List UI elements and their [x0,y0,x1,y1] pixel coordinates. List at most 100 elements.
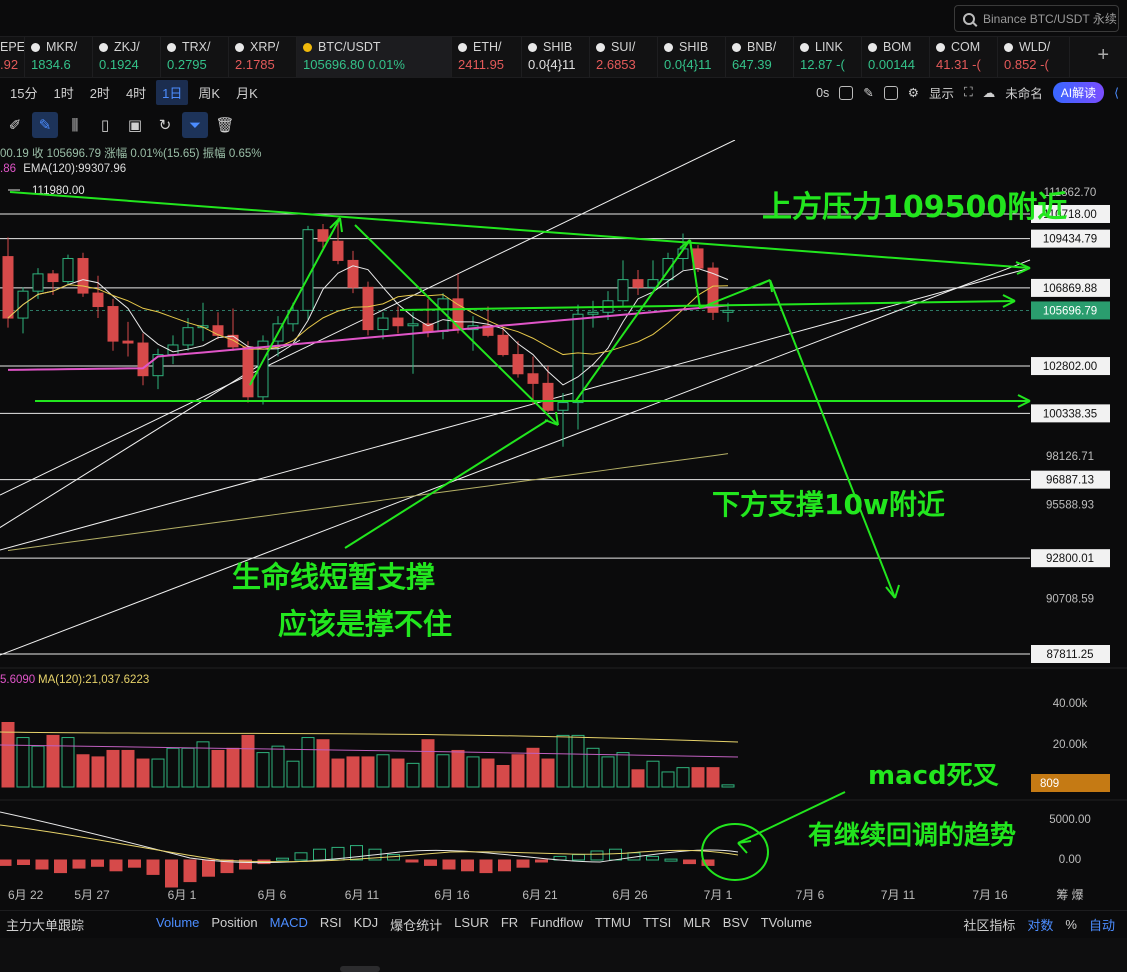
candle-body [107,306,119,342]
popout-icon[interactable] [883,85,898,100]
price-axis: 111862.70110718.00109434.79106869.881056… [8,187,1110,902]
ohlc-header: 00.19 收 105696.79 涨幅 0.01%(15.65) 振幅 0.6… [0,148,262,160]
percent-scale-toggle[interactable]: % [1065,917,1077,932]
symbol-search-box[interactable]: Binance BTC/USDT 永续 [954,5,1119,32]
volume-bar [76,754,90,788]
volume-bar [556,734,570,788]
candle-body [377,317,389,331]
ticker-tab[interactable]: SHIB 0.0{4}11 [658,37,726,77]
volume-bar [616,752,630,788]
ticker-value: 0.0{4}11 [664,57,712,72]
ticker-tab[interactable]: BTC/USDT 105696.80 0.01% [297,37,452,77]
add-tab-icon[interactable]: + [1097,44,1109,67]
timeframe-option[interactable]: 2时 [84,80,116,105]
indicator-tab[interactable]: 主力大单跟踪 [0,915,90,934]
indicator-tab[interactable]: RSI [314,915,348,934]
ticker-tab-bar: EPE .92 MKR/1834.6 ZKJ/0.1924 TRX/0.2795 XRP/… [0,36,1127,78]
ma-long-line [7,453,729,551]
timeframe-option[interactable]: 周K [192,80,226,105]
ticker-tab[interactable]: XRP/2.1785 [229,37,297,77]
ticker-tab[interactable]: ZKJ/0.1924 [93,37,161,77]
macd-bar [535,859,548,863]
ticker-tab[interactable]: TRX/0.2795 [161,37,229,77]
coin-icon [303,42,312,52]
annotation-text: macd死叉 [868,761,999,791]
resize-handle[interactable] [340,966,380,972]
price-chart[interactable]: 5.6090 MA(120):21,037.6223 111980.00 1118… [0,140,1127,910]
share-icon[interactable]: ⟨ [1114,85,1119,100]
coin-icon [732,42,741,52]
indicator-tab[interactable]: TTSI [637,915,677,934]
log-scale-toggle[interactable]: 对数 [1027,915,1053,934]
indicator-tab[interactable]: FR [495,915,524,934]
indicator-tab[interactable]: KDJ [348,915,385,934]
indicator-tab[interactable]: Fundflow [524,915,589,934]
volume-ma-label: MA(120):21,037.6223 [38,674,149,686]
arrow-head [737,840,752,854]
pencil-icon[interactable]: ✎ [863,85,873,100]
indicator-tab[interactable]: BSV [717,915,755,934]
volume-axis-label: 40.00k [1053,698,1088,710]
indicator-tab[interactable]: 爆仓统计 [384,915,448,934]
ticker-tab[interactable]: SUI/2.6853 [590,37,658,77]
macd-bar [0,859,12,866]
price-axis-label: 92800.01 [1046,553,1094,565]
ai-interpret-button[interactable]: AI解读 [1052,82,1105,103]
date-axis-label: 6月 21 [522,888,558,902]
ticker-tab[interactable]: SHIB 0.0{4}11 [522,37,590,77]
ticker-value: .92 [0,57,19,72]
coin-icon [800,42,809,52]
macd-bar [165,859,178,888]
timeframe-option[interactable]: 1时 [47,80,79,105]
auto-scale-toggle[interactable]: 自动 [1089,915,1115,934]
ticker-tab[interactable]: BOM 0.00144 [862,37,930,77]
trash-icon[interactable]: 🗑 [212,112,238,138]
layout-name[interactable]: 未命名 [1005,83,1043,102]
display-button[interactable]: 显示 [929,83,954,102]
ticker-tab[interactable]: COM 41.31 -( [930,37,998,77]
settings-icon[interactable]: ⚙ [908,85,919,100]
indicator-tab[interactable]: Volume [150,915,205,934]
timeframe-option[interactable]: 月K [230,80,264,105]
ticker-tab[interactable]: BNB/647.39 [726,37,794,77]
magic-icon[interactable]: ↻ [152,112,178,138]
timeframe-option[interactable]: 4时 [120,80,152,105]
indicator-tab[interactable]: Position [205,915,263,934]
coin-icon [528,42,537,52]
timeframe-option[interactable]: 15分 [4,80,43,105]
community-indicators-button[interactable]: 社区指标 [963,915,1015,934]
ticker-tab[interactable]: MKR/1834.6 [25,37,93,77]
volume-bar [121,749,135,788]
macd-bar [461,859,474,872]
camera-icon[interactable] [839,85,854,100]
macd-bar [35,859,49,870]
draw-pen-icon[interactable]: ✎ [32,112,58,138]
indicator-tab[interactable]: LSUR [448,915,495,934]
ema-header: .86 EMA(120):99307.96 [0,163,126,175]
ticker-tab[interactable]: WLD/0.852 -( [998,37,1070,77]
indicator-tab[interactable]: MLR [677,915,716,934]
fullscreen-icon[interactable]: ⛶ [964,85,973,100]
volume-bar [181,747,195,788]
filter-icon[interactable]: ⏷ [182,112,208,138]
candles-icon[interactable]: ⫼ [62,112,88,138]
ticker-tab[interactable]: EPE .92 [0,37,25,77]
volume-bar [541,758,555,788]
ticker-symbol: WLD/ [1019,40,1051,54]
ruler-icon[interactable]: ✐ [2,112,28,138]
coin-icon [99,42,108,52]
macd-bar [54,859,67,874]
indicator-tab[interactable]: TTMU [589,915,637,934]
candle-body [587,311,599,315]
candle-body [332,240,344,261]
candle-body [227,334,239,348]
ticker-tab[interactable]: ETH/2411.95 [452,37,522,77]
clipboard-icon[interactable]: ▯ [92,112,118,138]
timeframe-option[interactable]: 1日 [156,79,189,105]
ticker-tab[interactable]: LINK 12.87 -( [794,37,862,77]
indicator-tab[interactable]: MACD [264,915,314,934]
edit-note-icon[interactable]: ▣ [122,112,148,138]
date-axis-label: 6月 11 [345,888,380,902]
candle-body [317,229,329,242]
indicator-tab[interactable]: TVolume [755,915,818,934]
